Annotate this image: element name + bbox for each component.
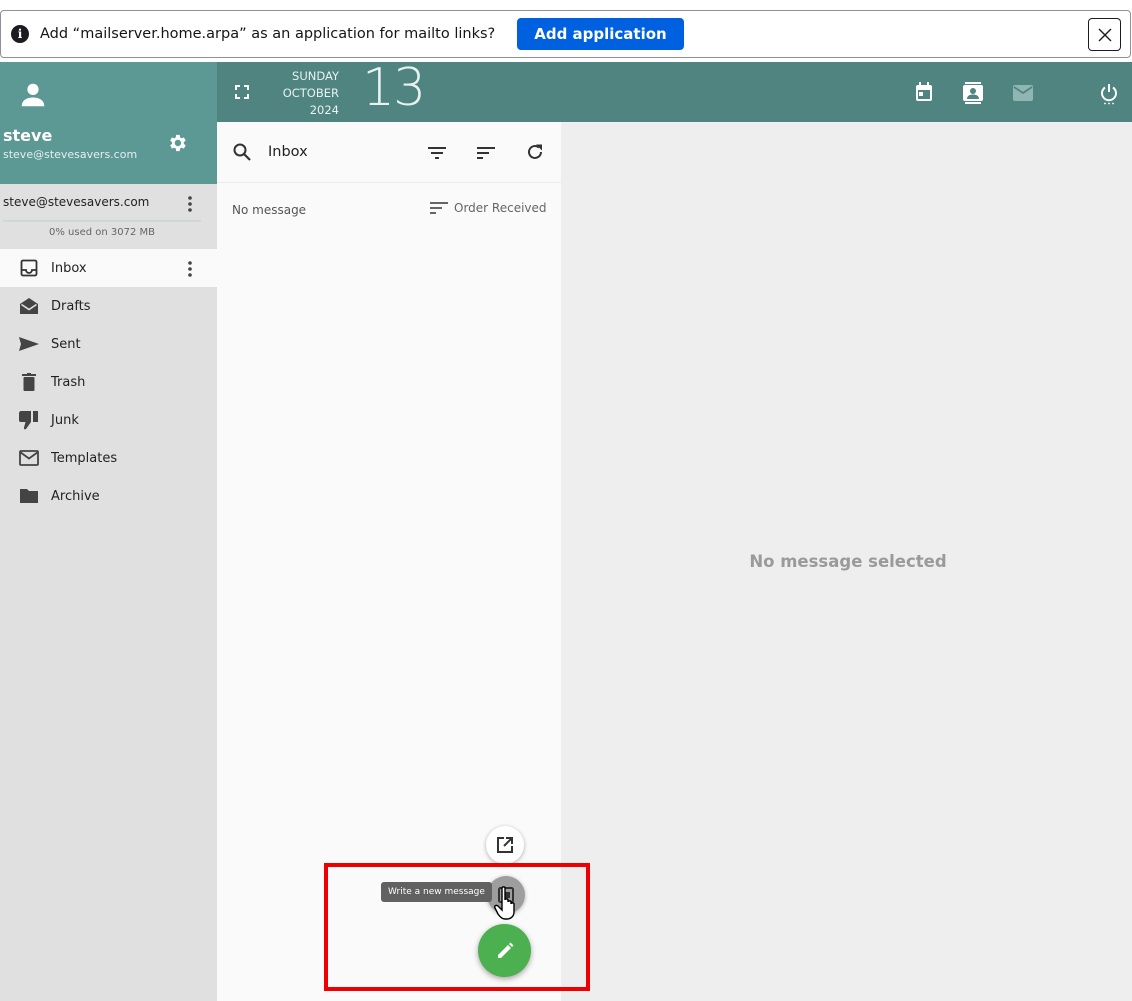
account-more-icon[interactable] (186, 195, 194, 213)
envelope-icon (18, 447, 40, 469)
folder-list: Inbox Drafts Sent Trash Junk Templates A… (0, 249, 217, 515)
notification-message: Add “mailserver.home.arpa” as an applica… (40, 26, 496, 42)
close-icon (1098, 28, 1111, 41)
sort-order-button[interactable]: Order Received (430, 201, 547, 215)
inbox-more-icon[interactable] (186, 260, 194, 278)
folder-label: Archive (51, 488, 100, 504)
profile-name: steve (3, 126, 53, 145)
message-list-header: Inbox (217, 122, 561, 183)
account-email[interactable]: steve@stevesavers.com (3, 195, 149, 209)
mailbox-title: Inbox (268, 144, 308, 160)
close-notification-button[interactable] (1088, 18, 1121, 51)
calendar-icon[interactable] (915, 82, 933, 102)
mail-icon[interactable] (1013, 85, 1033, 101)
open-external-icon (497, 837, 513, 853)
folder-inbox[interactable]: Inbox (0, 249, 217, 287)
drafts-icon (18, 295, 40, 317)
folder-sent[interactable]: Sent (0, 325, 217, 363)
folder-drafts[interactable]: Drafts (0, 287, 217, 325)
empty-list-text: No message (232, 203, 307, 217)
open-external-button[interactable] (486, 826, 524, 864)
folder-archive[interactable]: Archive (0, 477, 217, 515)
thumb-down-icon (18, 409, 40, 431)
profile-email: steve@stevesavers.com (3, 148, 138, 161)
power-icon[interactable] (1100, 83, 1118, 105)
sort-order-label: Order Received (454, 201, 547, 215)
sort-order-icon (430, 202, 448, 214)
date-display: SUNDAY OCTOBER 2024 (277, 68, 339, 119)
day-name: SUNDAY (292, 69, 339, 83)
fullscreen-icon[interactable] (235, 85, 249, 99)
folder-label: Inbox (51, 260, 87, 276)
add-application-button[interactable]: Add application (517, 18, 684, 50)
no-message-selected-text: No message selected (749, 552, 947, 571)
reading-pane: No message selected (561, 122, 1132, 1001)
red-highlight-box (324, 863, 590, 991)
folder-label: Sent (51, 336, 81, 352)
sidebar: steve steve@stevesavers.com steve@steves… (0, 62, 217, 1001)
folder-label: Junk (51, 412, 79, 428)
user-avatar-icon[interactable] (18, 80, 48, 110)
profile-header: steve steve@stevesavers.com (0, 62, 217, 184)
info-icon: i (11, 25, 29, 43)
top-bar: SUNDAY OCTOBER 2024 13 (217, 58, 1132, 122)
notification-bar: i Add “mailserver.home.arpa” as an appli… (0, 10, 1131, 58)
filter-icon[interactable] (428, 147, 446, 159)
folder-trash[interactable]: Trash (0, 363, 217, 401)
settings-gear-icon[interactable] (166, 132, 188, 154)
sort-icon[interactable] (477, 147, 495, 159)
folder-label: Templates (51, 450, 118, 466)
folder-junk[interactable]: Junk (0, 401, 217, 439)
folder-label: Drafts (51, 298, 91, 314)
mail-app: steve steve@stevesavers.com steve@steves… (0, 58, 1132, 1001)
inbox-icon (18, 257, 40, 279)
refresh-icon[interactable] (526, 143, 544, 161)
trash-icon (18, 371, 40, 393)
search-icon[interactable] (233, 143, 251, 161)
day-number: 13 (362, 58, 426, 118)
year: 2024 (309, 103, 339, 117)
contacts-icon[interactable] (963, 82, 983, 104)
folder-icon (18, 485, 40, 507)
send-icon (18, 333, 40, 355)
month-name: OCTOBER (282, 86, 339, 100)
quota-bar (3, 220, 201, 222)
folder-templates[interactable]: Templates (0, 439, 217, 477)
folder-label: Trash (51, 374, 86, 390)
quota-text: 0% used on 3072 MB (48, 227, 156, 238)
